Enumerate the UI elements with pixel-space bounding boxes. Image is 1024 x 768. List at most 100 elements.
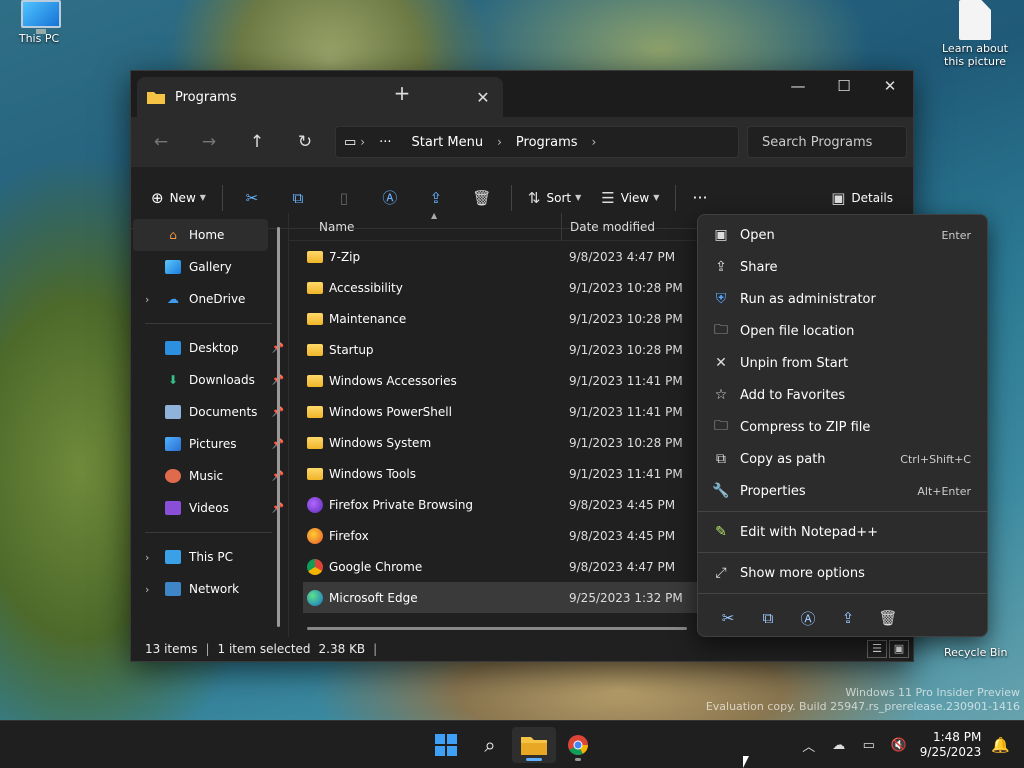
new-tab-button[interactable]: + [387, 81, 417, 105]
app-shortcut-icon [307, 527, 323, 544]
menu-item-show-more[interactable]: ⤢ Show more options [698, 557, 987, 589]
menu-item-open[interactable]: ▣ Open Enter [698, 219, 987, 251]
breadcrumb-start-menu[interactable]: Start Menu [412, 135, 484, 150]
file-name-label: Windows PowerShell [329, 404, 452, 419]
table-row[interactable]: Microsoft Edge 9/25/2023 1:32 PM [303, 582, 697, 613]
delete-button[interactable]: 🗑 [459, 180, 505, 216]
more-options-button[interactable]: ··· [682, 180, 717, 216]
menu-item-notepad-plus[interactable]: ✎ Edit with Notepad++ [698, 516, 987, 548]
sidebar-item-documents[interactable]: Documents 📌 [133, 396, 288, 428]
rename-button[interactable]: Ⓐ [367, 180, 413, 216]
sort-icon: ⇅ [527, 188, 541, 207]
chevron-right-icon: › [497, 135, 502, 149]
chevron-right-icon[interactable]: › [592, 135, 597, 149]
sidebar-item-music[interactable]: Music 📌 [133, 460, 288, 492]
sidebar-item-downloads[interactable]: ⬇ Downloads 📌 [133, 364, 288, 396]
refresh-icon[interactable]: ↻ [281, 126, 329, 158]
file-name-label: Windows Accessories [329, 373, 457, 388]
share-icon[interactable]: ⇪ [828, 609, 868, 627]
close-window-button[interactable]: ✕ [867, 71, 913, 101]
view-button[interactable]: ☰ View ▼ [591, 180, 669, 216]
sort-ascending-icon: ▲ [431, 211, 438, 220]
menu-item-run-as-admin[interactable]: ⛨ Run as administrator [698, 283, 987, 315]
clock[interactable]: 1:48 PM 9/25/2023 [914, 730, 992, 760]
chevron-down-icon: ▼ [575, 193, 582, 202]
sidebar-item-pictures[interactable]: Pictures 📌 [133, 428, 288, 460]
breadcrumb-programs[interactable]: Programs [516, 135, 578, 150]
notification-bell-icon[interactable]: 🔔 [991, 736, 1024, 754]
item-count: 13 items [145, 642, 198, 656]
address-bar[interactable]: ▭ › ··· Start Menu › Programs › [335, 126, 739, 158]
search-button[interactable]: ⌕ [468, 727, 512, 763]
taskbar-file-explorer[interactable] [512, 727, 556, 763]
desktop-icon-this-pc[interactable]: This PC [4, 0, 74, 45]
menu-item-properties[interactable]: 🔧 Properties Alt+Enter [698, 475, 987, 507]
sidebar-scrollbar[interactable] [277, 227, 280, 627]
desktop-icon-recycle-bin[interactable]: Recycle Bin [944, 646, 1007, 659]
folder-outline-icon: 🗀 [714, 322, 728, 338]
column-header-name[interactable]: Name [289, 220, 561, 234]
chevron-right-icon[interactable]: › [145, 551, 149, 564]
menu-item-share[interactable]: ⇪ Share [698, 251, 987, 283]
menu-item-label: Copy as path [740, 451, 826, 467]
taskbar-chrome[interactable] [556, 727, 600, 763]
new-button[interactable]: ⊕ New ▼ [141, 180, 216, 216]
menu-item-label: Open file location [740, 323, 855, 339]
more-options-icon: ⤢ [715, 565, 727, 581]
menu-item-unpin[interactable]: ✕ Unpin from Start [698, 347, 987, 379]
details-view-icon[interactable]: ☰ [867, 640, 887, 658]
sidebar-item-this-pc[interactable]: › This PC [133, 541, 288, 573]
desktop-icon [165, 341, 181, 355]
chevron-up-icon[interactable]: ︿ [794, 736, 824, 755]
sidebar-item-desktop[interactable]: Desktop 📌 [133, 332, 288, 364]
sort-button[interactable]: ⇅ Sort ▼ [518, 180, 591, 216]
menu-item-compress-zip[interactable]: 🗀 Compress to ZIP file [698, 411, 987, 443]
volume-muted-icon[interactable]: 🔇 [884, 738, 914, 753]
sidebar-item-network[interactable]: › Network [133, 573, 288, 605]
minimize-button[interactable]: — [775, 71, 821, 101]
file-name: Maintenance [307, 312, 569, 326]
back-arrow-icon[interactable]: ← [137, 126, 185, 158]
tiles-view-icon[interactable]: ▣ [889, 640, 909, 658]
menu-item-add-favorites[interactable]: ☆ Add to Favorites [698, 379, 987, 411]
maximize-button[interactable]: ☐ [821, 71, 867, 101]
forward-arrow-icon[interactable]: → [185, 126, 233, 158]
network-status-icon[interactable]: ▭ [854, 738, 884, 753]
cut-button[interactable]: ✂ [229, 180, 275, 216]
scissors-icon[interactable]: ✂ [708, 609, 748, 627]
menu-item-copy-path[interactable]: ⧉ Copy as path Ctrl+Shift+C [698, 443, 987, 475]
sidebar-item-videos[interactable]: Videos 📌 [133, 492, 288, 524]
file-name: Microsoft Edge [307, 589, 569, 606]
rename-icon[interactable]: Ⓐ [788, 608, 828, 629]
chevron-right-icon[interactable]: › [145, 583, 149, 596]
sidebar-item-label: Music [189, 469, 224, 483]
tab-programs[interactable]: Programs ✕ [137, 77, 503, 117]
details-button[interactable]: ▣ Details [821, 180, 903, 216]
cloud-status-icon[interactable]: ☁ [824, 738, 854, 753]
home-icon: ⌂ [169, 228, 177, 242]
copy-icon[interactable]: ⧉ [748, 609, 788, 627]
column-header-date[interactable]: Date modified [561, 212, 655, 241]
sidebar-item-onedrive[interactable]: › ☁ OneDrive [133, 283, 288, 315]
trash-icon[interactable]: 🗑 [868, 609, 908, 627]
horizontal-scrollbar[interactable] [307, 627, 687, 630]
search-input[interactable]: Search Programs [747, 126, 907, 158]
scissors-icon: ✂ [245, 188, 259, 207]
menu-item-open-file-location[interactable]: 🗀 Open file location [698, 315, 987, 347]
file-name-label: 7-Zip [329, 249, 361, 264]
file-name-label: Firefox [329, 528, 369, 543]
breadcrumb-more[interactable]: ··· [379, 135, 391, 150]
sidebar-item-label: Network [189, 582, 240, 596]
start-button[interactable] [424, 727, 468, 763]
sidebar-item-gallery[interactable]: Gallery [133, 251, 288, 283]
desktop-icon-learn-picture[interactable]: Learn about this picture [940, 0, 1010, 68]
file-name: Firefox Private Browsing [307, 496, 569, 513]
up-arrow-icon[interactable]: ↑ [233, 126, 281, 158]
picture-icon [165, 437, 181, 451]
file-date: 9/8/2023 4:45 PM [569, 497, 676, 512]
copy-button[interactable]: ⧉ [275, 180, 321, 216]
sidebar-item-home[interactable]: ⌂ Home [133, 219, 268, 251]
chevron-right-icon[interactable]: › [145, 293, 149, 306]
close-tab-icon[interactable]: ✕ [473, 88, 493, 107]
paste-button[interactable]: ▯ [321, 180, 367, 216]
